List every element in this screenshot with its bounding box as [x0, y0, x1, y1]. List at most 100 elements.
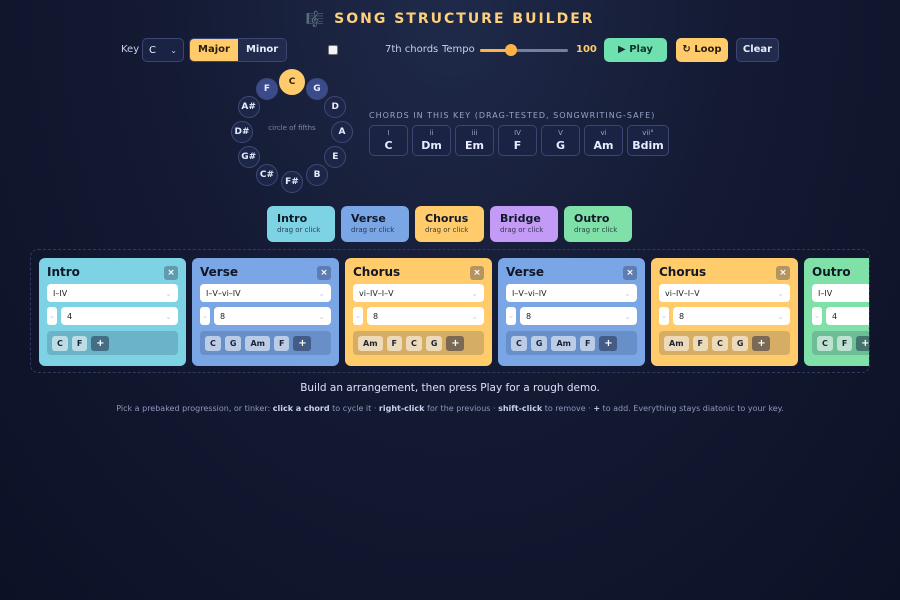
bars-select-value: 8 — [220, 311, 226, 321]
circle-note-c[interactable]: C — [279, 69, 305, 95]
bars-select[interactable]: 8 ⌄ — [367, 307, 484, 325]
help-text-emphasis: click a chord — [272, 404, 330, 413]
palette-verse-button[interactable]: Verse drag or click — [341, 206, 409, 242]
tempo-slider[interactable] — [480, 44, 568, 56]
section-card-intro[interactable]: Intro × I–IV ⌄ ⌄ 4 ⌄ C F + — [39, 258, 186, 366]
chord-chip[interactable]: F — [836, 335, 853, 351]
chord-chip[interactable]: C — [511, 335, 527, 351]
circle-note-a-sharp[interactable]: A# — [237, 96, 260, 118]
section-card-outro[interactable]: Outro×I–IV⌄⌄4⌄CF+ — [804, 258, 869, 366]
add-chord-button[interactable]: + — [599, 335, 618, 351]
close-icon[interactable]: × — [164, 266, 178, 280]
progression-select[interactable]: vi–IV–I–V ⌄ — [353, 284, 484, 302]
circle-note-d-sharp[interactable]: D# — [231, 121, 253, 143]
chord-chip[interactable]: G — [425, 335, 443, 351]
chevron-down-icon: ⌄ — [507, 311, 515, 320]
chord-chip[interactable]: Am — [551, 335, 576, 351]
chord-chip[interactable]: Am — [664, 335, 689, 351]
bars-select[interactable]: 8 ⌄ — [214, 307, 331, 325]
palette-chorus-button[interactable]: Chorus drag or click — [415, 206, 484, 242]
help-text-part: to cycle it · — [329, 404, 379, 413]
bars-select[interactable]: 8 ⌄ — [673, 307, 790, 325]
progression-select[interactable]: vi–IV–I–V ⌄ — [659, 284, 790, 302]
chord-button[interactable]: vii° Bdim — [627, 125, 669, 156]
circle-note-f[interactable]: F — [256, 77, 278, 100]
chord-button[interactable]: iii Em — [455, 125, 494, 156]
add-chord-button[interactable]: + — [856, 335, 869, 351]
section-card-chorus[interactable]: Chorus × vi–IV–I–V ⌄ ⌄ 8 ⌄ Am F C G + — [345, 258, 492, 366]
circle-center-label: circle of fifths — [268, 124, 316, 132]
chevron-down-icon: ⌄ — [165, 311, 172, 321]
repeat-select[interactable]: ⌄ — [353, 307, 363, 325]
bars-select[interactable]: 8 ⌄ — [520, 307, 637, 325]
chord-button[interactable]: vi Am — [584, 125, 623, 156]
palette-intro-button[interactable]: Intro drag or click — [267, 206, 335, 242]
chord-chip[interactable]: F — [579, 335, 596, 351]
progression-select[interactable]: I–IV⌄ — [812, 284, 869, 302]
circle-note-a[interactable]: A — [331, 121, 353, 143]
clear-button[interactable]: Clear — [736, 38, 779, 62]
bars-select-value: 8 — [526, 311, 532, 321]
circle-note-c-sharp[interactable]: C# — [256, 164, 278, 187]
chord-button[interactable]: IC — [369, 125, 408, 156]
section-card-verse[interactable]: Verse × I–V–vi–IV ⌄ ⌄ 8 ⌄ C G Am F + — [498, 258, 645, 366]
palette-outro-button[interactable]: Outro drag or click — [564, 206, 632, 242]
progression-select[interactable]: I–V–vi–IV ⌄ — [200, 284, 331, 302]
chord-chip[interactable]: F — [692, 335, 708, 351]
circle-note-g-sharp[interactable]: G# — [237, 146, 260, 168]
loop-button[interactable]: ↻ Loop — [676, 38, 728, 62]
close-icon[interactable]: × — [776, 266, 790, 280]
add-chord-button[interactable]: + — [446, 335, 465, 351]
chord-chip[interactable]: G — [224, 335, 242, 351]
tempo-slider-thumb[interactable] — [504, 44, 517, 56]
section-card-verse[interactable]: Verse × I–V–vi–IV ⌄ ⌄ 8 ⌄ C G Am F + — [192, 258, 339, 366]
repeat-select[interactable]: ⌄ — [506, 307, 516, 325]
play-button[interactable]: ▶ Play — [604, 38, 667, 62]
palette-bridge-button[interactable]: Bridge drag or click — [490, 206, 558, 242]
add-chord-button[interactable]: + — [752, 335, 771, 351]
chord-chip[interactable]: G — [731, 335, 749, 351]
circle-note-e[interactable]: E — [324, 146, 347, 168]
repeat-select[interactable]: ⌄ — [47, 307, 57, 325]
circle-note-b[interactable]: B — [306, 164, 328, 187]
chord-chip[interactable]: F — [273, 335, 290, 351]
chord-button[interactable]: ii Dm — [412, 125, 451, 156]
chord-chip[interactable]: C — [52, 335, 68, 351]
chord-chip[interactable]: C — [817, 335, 833, 351]
circle-note-f-sharp[interactable]: F# — [281, 171, 303, 193]
chord-chip[interactable]: C — [406, 335, 422, 351]
add-chord-button[interactable]: + — [91, 335, 110, 351]
chord-chip[interactable]: F — [386, 335, 402, 351]
chord-chip[interactable]: Am — [245, 335, 270, 351]
key-select-value: C — [149, 44, 156, 56]
section-card-title: Intro — [47, 265, 80, 279]
repeat-select[interactable]: ⌄ — [812, 307, 822, 325]
mode-minor-button[interactable]: Minor — [237, 39, 287, 61]
progression-select-value: I–IV — [53, 288, 68, 298]
close-icon[interactable]: × — [317, 266, 331, 280]
section-card-chorus[interactable]: Chorus × vi–IV–I–V ⌄ ⌄ 8 ⌄ Am F C G + — [651, 258, 798, 366]
close-icon[interactable]: × — [623, 266, 637, 280]
seventh-chords-checkbox[interactable] — [328, 45, 338, 55]
circle-note-g[interactable]: G — [306, 77, 328, 100]
close-icon[interactable]: × — [470, 266, 484, 280]
circle-note-d[interactable]: D — [324, 96, 347, 118]
chord-chip[interactable]: F — [71, 335, 88, 351]
chord-chip[interactable]: Am — [358, 335, 383, 351]
add-chord-button[interactable]: + — [293, 335, 312, 351]
progression-select[interactable]: I–IV⌄ — [47, 284, 178, 302]
chord-chip[interactable]: G — [530, 335, 548, 351]
bars-select[interactable]: 4⌄ — [826, 307, 869, 325]
progression-select[interactable]: I–V–vi–IV ⌄ — [506, 284, 637, 302]
repeat-select[interactable]: ⌄ — [659, 307, 669, 325]
mode-major-button[interactable]: Major — [190, 39, 238, 61]
help-text: Pick a prebaked progression, or tinker: … — [0, 404, 900, 413]
bars-select[interactable]: 4⌄ — [61, 307, 178, 325]
chord-chip[interactable]: C — [205, 335, 221, 351]
key-select[interactable]: C ⌄ — [142, 38, 184, 62]
repeat-select[interactable]: ⌄ — [200, 307, 210, 325]
chord-chip[interactable]: C — [712, 335, 728, 351]
help-text-part: Pick a prebaked progression, or tinker: — [116, 404, 273, 413]
chord-button[interactable]: VG — [541, 125, 580, 156]
chord-button[interactable]: IV F — [498, 125, 537, 156]
